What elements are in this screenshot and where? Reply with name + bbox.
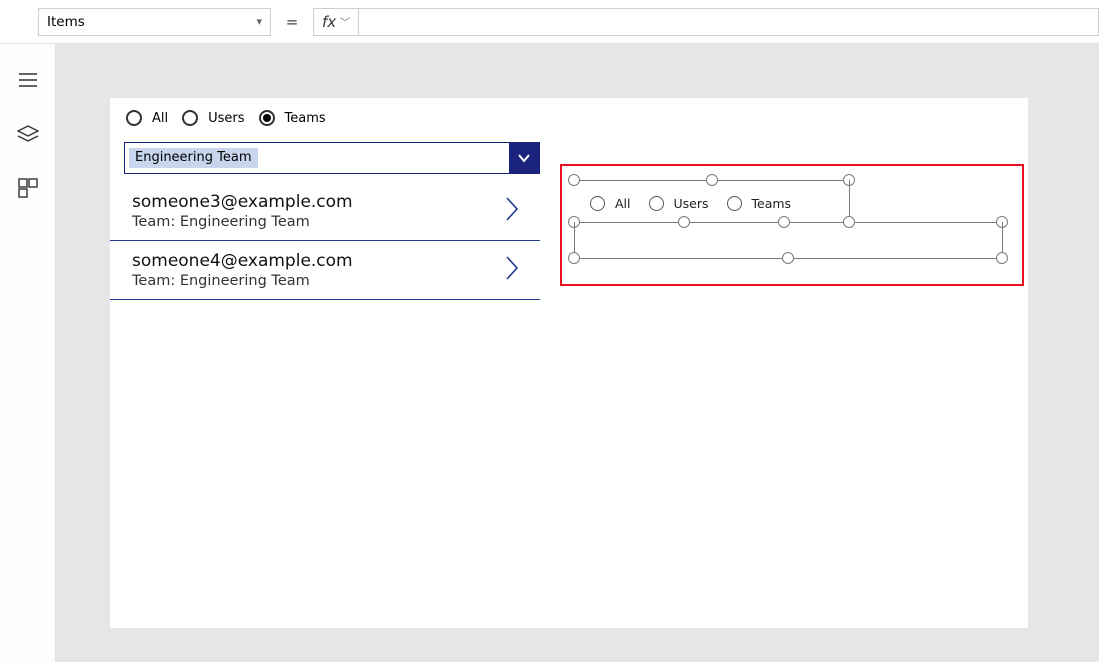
chevron-right-icon [504, 196, 520, 226]
selection-frame[interactable]: All Users Teams [560, 164, 1024, 286]
resize-handle[interactable] [782, 252, 794, 264]
radio-option-teams[interactable]: Teams [727, 196, 792, 211]
radio-label: Teams [285, 111, 326, 126]
app-canvas[interactable]: All Users Teams Engineering Team [110, 98, 1028, 628]
radio-option-all[interactable]: All [590, 196, 631, 211]
chevron-right-icon [504, 255, 520, 285]
components-icon[interactable] [16, 178, 40, 198]
results-gallery: someone3@example.com Team: Engineering T… [110, 182, 540, 300]
editor-shell: All Users Teams Engineering Team [0, 44, 1099, 662]
hamburger-icon[interactable] [16, 70, 40, 90]
radio-label: Users [674, 196, 709, 211]
radio-label: Teams [752, 196, 792, 211]
resize-handle[interactable] [778, 216, 790, 228]
design-stage: All Users Teams Engineering Team [56, 44, 1099, 662]
radio-icon [727, 196, 742, 211]
radio-icon [590, 196, 605, 211]
list-item-subtitle: Team: Engineering Team [132, 214, 504, 230]
dropdown-selected-value: Engineering Team [129, 148, 258, 168]
list-item[interactable]: someone3@example.com Team: Engineering T… [110, 182, 540, 241]
radio-label: All [152, 111, 168, 126]
resize-handle[interactable] [996, 252, 1008, 264]
list-item-title: someone4@example.com [132, 251, 504, 271]
fx-button[interactable]: fx ﹀ [313, 8, 359, 36]
list-item-subtitle: Team: Engineering Team [132, 273, 504, 289]
radio-option-all[interactable]: All [126, 110, 168, 126]
radio-icon [259, 110, 275, 126]
radio-icon [649, 196, 664, 211]
property-dropdown[interactable]: Items ▾ [38, 8, 271, 36]
dropdown-toggle-button[interactable] [509, 142, 539, 174]
radio-option-teams[interactable]: Teams [259, 110, 326, 126]
formula-input[interactable] [359, 8, 1099, 36]
design-radio-group[interactable]: All Users Teams [590, 196, 791, 211]
resize-handle[interactable] [568, 252, 580, 264]
team-dropdown[interactable]: Engineering Team [124, 142, 540, 174]
fx-label: fx [322, 13, 336, 31]
property-dropdown-value: Items [47, 14, 85, 30]
resize-handle[interactable] [843, 216, 855, 228]
radio-icon [126, 110, 142, 126]
resize-handle[interactable] [678, 216, 690, 228]
radio-icon [182, 110, 198, 126]
resize-handle[interactable] [706, 174, 718, 186]
radio-label: Users [208, 111, 244, 126]
equals-sign: = [271, 13, 313, 31]
chevron-down-icon: ﹀ [340, 14, 350, 29]
left-tool-rail [0, 44, 56, 662]
chevron-down-icon: ▾ [256, 15, 262, 28]
resize-handle[interactable] [568, 174, 580, 186]
layers-icon[interactable] [16, 124, 40, 144]
formula-bar: Items ▾ = fx ﹀ [0, 0, 1099, 44]
radio-label: All [615, 196, 631, 211]
radio-option-users[interactable]: Users [649, 196, 709, 211]
list-item-title: someone3@example.com [132, 192, 504, 212]
list-item[interactable]: someone4@example.com Team: Engineering T… [110, 241, 540, 300]
filter-radio-group[interactable]: All Users Teams [126, 110, 326, 126]
radio-option-users[interactable]: Users [182, 110, 244, 126]
